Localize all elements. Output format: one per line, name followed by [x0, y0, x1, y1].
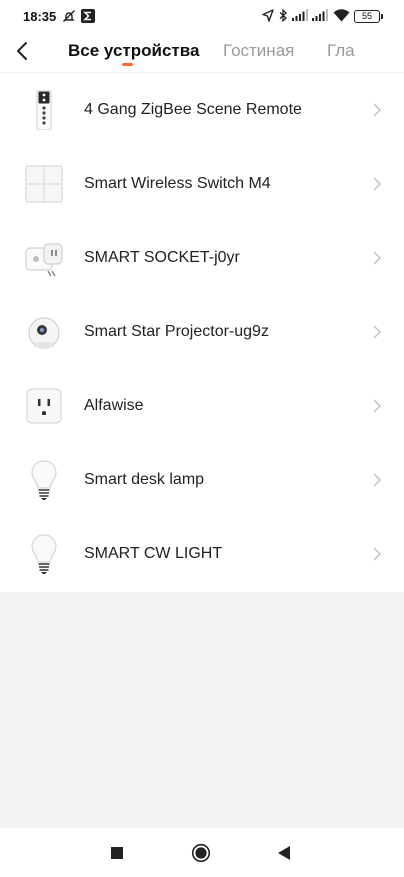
chevron-right-icon	[373, 251, 382, 265]
wall-outlet-icon	[26, 388, 62, 424]
device-list: 4 Gang ZigBee Scene Remote Smart Wireles…	[0, 72, 404, 592]
location-icon	[262, 9, 274, 22]
star-projector-icon	[28, 317, 60, 349]
bluetooth-icon	[279, 9, 287, 22]
tab-all-devices[interactable]: Все устройства	[68, 41, 199, 61]
alarm-off-icon	[63, 10, 75, 22]
home-circle-icon[interactable]	[191, 843, 211, 863]
device-name: SMART SOCKET-j0yr	[84, 249, 240, 266]
recents-square-icon[interactable]	[110, 843, 124, 863]
device-name: Smart desk lamp	[84, 471, 205, 488]
wifi-icon	[333, 9, 350, 22]
status-time: 18:35	[23, 9, 57, 24]
chevron-left-icon[interactable]	[10, 38, 36, 64]
chevron-right-icon	[373, 547, 382, 561]
device-name: SMART CW LIGHT	[84, 545, 223, 562]
signal-icon	[292, 9, 308, 21]
chevron-right-icon	[373, 399, 382, 413]
light-bulb-icon	[31, 460, 57, 500]
back-triangle-icon[interactable]	[277, 843, 291, 863]
tab-header: Все устройства Гостиная Гла	[0, 32, 404, 72]
chevron-right-icon	[373, 473, 382, 487]
device-row-star-projector[interactable]: Smart Star Projector-ug9z	[0, 295, 404, 369]
chevron-right-icon	[373, 177, 382, 191]
system-nav-bar	[0, 828, 404, 877]
device-row-desk-lamp[interactable]: Smart desk lamp	[0, 443, 404, 517]
device-row-alfawise[interactable]: Alfawise	[0, 369, 404, 443]
battery-icon: 55	[354, 10, 383, 23]
device-row-scene-remote[interactable]: 4 Gang ZigBee Scene Remote	[0, 73, 404, 147]
sigma-app-icon	[81, 9, 95, 23]
status-bar: 18:35 55	[0, 0, 404, 32]
active-tab-indicator	[122, 63, 133, 66]
device-row-cw-light[interactable]: SMART CW LIGHT	[0, 517, 404, 591]
scene-remote-icon	[36, 90, 52, 130]
device-name: Smart Wireless Switch M4	[84, 175, 271, 192]
signal-icon	[312, 9, 328, 21]
tab-third-room[interactable]: Гла	[327, 41, 355, 61]
chevron-right-icon	[373, 325, 382, 339]
light-bulb-icon	[31, 534, 57, 574]
wall-switch-icon	[25, 165, 63, 203]
device-row-wireless-switch[interactable]: Smart Wireless Switch M4	[0, 147, 404, 221]
power-strip-icon	[25, 243, 63, 277]
device-name: Alfawise	[84, 397, 144, 414]
device-name: Smart Star Projector-ug9z	[84, 323, 269, 340]
tab-living-room[interactable]: Гостиная	[223, 41, 294, 61]
battery-level: 55	[361, 11, 372, 21]
chevron-right-icon	[373, 103, 382, 117]
device-row-smart-socket[interactable]: SMART SOCKET-j0yr	[0, 221, 404, 295]
device-name: 4 Gang ZigBee Scene Remote	[84, 101, 302, 118]
